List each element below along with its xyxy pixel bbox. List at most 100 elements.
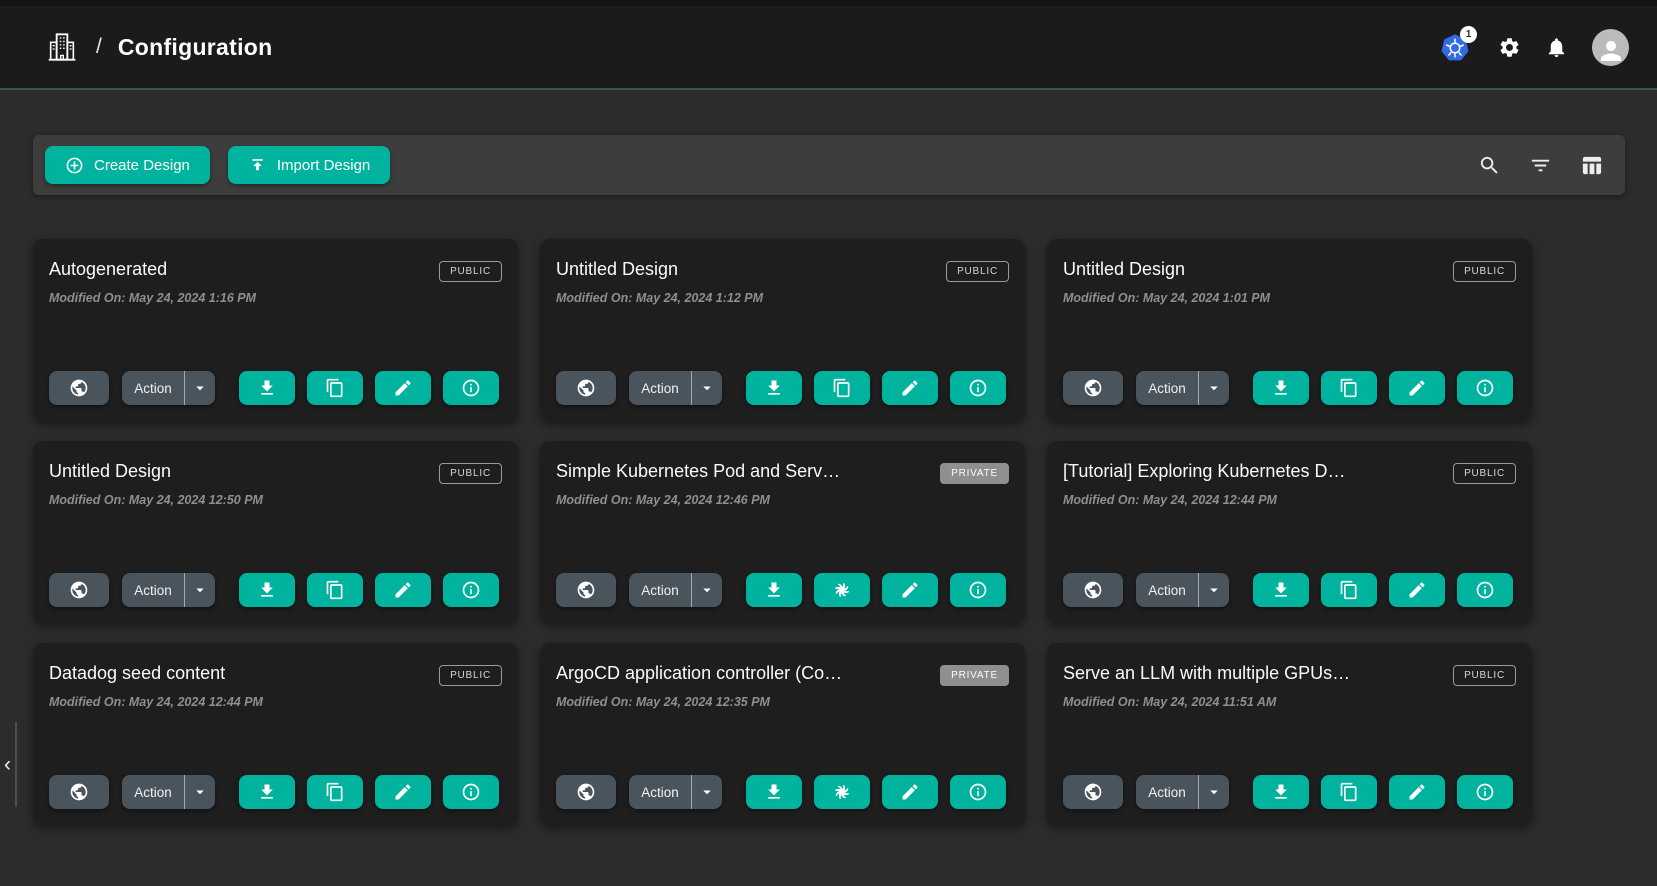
download-button[interactable] xyxy=(746,371,802,405)
edit-button[interactable] xyxy=(1389,573,1445,607)
visibility-globe-button[interactable] xyxy=(556,573,616,607)
chevron-down-icon xyxy=(698,379,716,397)
import-design-button[interactable]: Import Design xyxy=(228,146,390,184)
search-button[interactable] xyxy=(1478,154,1501,177)
info-icon xyxy=(1475,782,1495,802)
clone-button[interactable] xyxy=(814,573,870,607)
notifications-button[interactable] xyxy=(1545,36,1568,59)
info-button[interactable] xyxy=(950,573,1006,607)
info-button[interactable] xyxy=(1457,371,1513,405)
sidebar-collapse-handle[interactable]: ‹ xyxy=(0,722,17,807)
clone-button[interactable] xyxy=(307,775,363,809)
download-button[interactable] xyxy=(239,775,295,809)
download-button[interactable] xyxy=(746,573,802,607)
gear-icon xyxy=(1498,36,1521,59)
modified-date: Modified On: May 24, 2024 12:44 PM xyxy=(49,695,502,709)
kubernetes-context-button[interactable]: 1 xyxy=(1440,31,1474,63)
download-button[interactable] xyxy=(239,573,295,607)
info-icon xyxy=(968,782,988,802)
download-button[interactable] xyxy=(239,371,295,405)
upload-icon xyxy=(248,156,267,175)
visibility-badge: PUBLIC xyxy=(439,463,502,484)
clone-button[interactable] xyxy=(814,371,870,405)
visibility-globe-button[interactable] xyxy=(49,573,109,607)
edit-button[interactable] xyxy=(375,775,431,809)
info-button[interactable] xyxy=(443,371,499,405)
action-dropdown-button[interactable] xyxy=(691,573,722,607)
action-dropdown-button[interactable] xyxy=(184,573,215,607)
edit-button[interactable] xyxy=(882,573,938,607)
action-dropdown-button[interactable] xyxy=(691,371,722,405)
download-button[interactable] xyxy=(1253,371,1309,405)
clone-button[interactable] xyxy=(1321,775,1377,809)
create-design-button[interactable]: Create Design xyxy=(45,146,210,184)
download-button[interactable] xyxy=(1253,775,1309,809)
edit-button[interactable] xyxy=(882,371,938,405)
action-dropdown-button[interactable] xyxy=(1198,371,1229,405)
visibility-globe-button[interactable] xyxy=(1063,573,1123,607)
action-dropdown-button[interactable] xyxy=(691,775,722,809)
action-dropdown-button[interactable] xyxy=(184,371,215,405)
action-split-button: Action xyxy=(629,573,722,607)
user-avatar[interactable] xyxy=(1592,29,1629,66)
visibility-globe-button[interactable] xyxy=(1063,371,1123,405)
action-dropdown-button[interactable] xyxy=(1198,573,1229,607)
clone-button[interactable] xyxy=(1321,573,1377,607)
info-button[interactable] xyxy=(1457,573,1513,607)
clone-button[interactable] xyxy=(307,371,363,405)
info-button[interactable] xyxy=(950,775,1006,809)
download-icon xyxy=(1271,580,1291,600)
modified-date: Modified On: May 24, 2024 1:01 PM xyxy=(1063,291,1516,305)
edit-button[interactable] xyxy=(882,775,938,809)
action-dropdown-button[interactable] xyxy=(1198,775,1229,809)
visibility-globe-button[interactable] xyxy=(556,371,616,405)
visibility-badge: PUBLIC xyxy=(1453,665,1516,686)
search-icon xyxy=(1478,154,1501,177)
edit-button[interactable] xyxy=(1389,775,1445,809)
visibility-globe-button[interactable] xyxy=(1063,775,1123,809)
action-button[interactable]: Action xyxy=(122,371,184,405)
action-button-label: Action xyxy=(134,583,172,598)
settings-button[interactable] xyxy=(1498,36,1521,59)
action-button[interactable]: Action xyxy=(122,573,184,607)
table-view-button[interactable] xyxy=(1580,154,1603,177)
design-card: Serve an LLM with multiple GPUs… PUBLIC … xyxy=(1047,643,1532,825)
visibility-globe-button[interactable] xyxy=(49,371,109,405)
action-dropdown-button[interactable] xyxy=(184,775,215,809)
info-button[interactable] xyxy=(1457,775,1513,809)
edit-icon xyxy=(900,782,920,802)
info-button[interactable] xyxy=(443,573,499,607)
design-card: Datadog seed content PUBLIC Modified On:… xyxy=(33,643,518,825)
edit-button[interactable] xyxy=(1389,371,1445,405)
design-card: Autogenerated PUBLIC Modified On: May 24… xyxy=(33,239,518,421)
download-button[interactable] xyxy=(1253,573,1309,607)
info-icon xyxy=(968,580,988,600)
bell-icon xyxy=(1545,36,1568,59)
clone-button[interactable] xyxy=(814,775,870,809)
visibility-globe-button[interactable] xyxy=(49,775,109,809)
action-button[interactable]: Action xyxy=(1136,573,1198,607)
download-button[interactable] xyxy=(746,775,802,809)
design-title: [Tutorial] Exploring Kubernetes D… xyxy=(1063,461,1345,483)
action-split-button: Action xyxy=(122,775,215,809)
action-button-label: Action xyxy=(134,381,172,396)
clone-button[interactable] xyxy=(1321,371,1377,405)
edit-button[interactable] xyxy=(375,573,431,607)
clone-button[interactable] xyxy=(307,573,363,607)
action-button-label: Action xyxy=(1148,785,1186,800)
action-button[interactable]: Action xyxy=(629,573,691,607)
info-button[interactable] xyxy=(950,371,1006,405)
action-button[interactable]: Action xyxy=(1136,371,1198,405)
visibility-globe-button[interactable] xyxy=(556,775,616,809)
action-button[interactable]: Action xyxy=(1136,775,1198,809)
action-button-label: Action xyxy=(641,785,679,800)
card-actions: Action xyxy=(556,371,1009,405)
visibility-badge: PUBLIC xyxy=(439,261,502,282)
filter-button[interactable] xyxy=(1529,154,1552,177)
action-button[interactable]: Action xyxy=(122,775,184,809)
visibility-badge: PUBLIC xyxy=(439,665,502,686)
edit-button[interactable] xyxy=(375,371,431,405)
info-button[interactable] xyxy=(443,775,499,809)
action-button[interactable]: Action xyxy=(629,371,691,405)
action-button[interactable]: Action xyxy=(629,775,691,809)
